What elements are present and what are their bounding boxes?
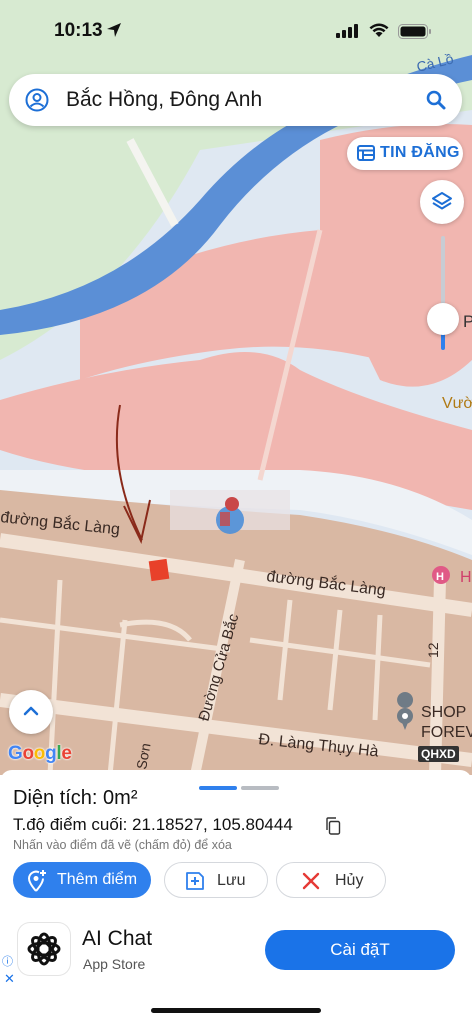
add-location-icon	[27, 870, 46, 892]
hint-text: Nhấn vào điểm đã vẽ (chấm đỏ) để xóa	[13, 838, 232, 852]
svg-text:H: H	[436, 571, 444, 583]
cancel-label: Hủy	[335, 872, 364, 889]
ad-subtitle: App Store	[83, 956, 146, 972]
cancel-button[interactable]: Hủy	[276, 862, 386, 898]
ad-banner[interactable]: AI Chat App Store Cài đặT ⓘ ✕	[0, 920, 472, 988]
bottom-panel: Diện tích: 0m² T.độ điểm cuối: 21.18527,…	[0, 770, 472, 1024]
add-point-button[interactable]: Thêm điểm	[13, 862, 151, 898]
ai-chat-logo-icon	[27, 932, 61, 966]
qhxd-badge: QHXD	[418, 746, 459, 762]
cellular-signal-icon	[336, 24, 358, 38]
account-icon[interactable]	[25, 88, 49, 112]
search-icon[interactable]	[424, 88, 448, 112]
copy-icon[interactable]	[325, 817, 341, 835]
expand-up-button[interactable]	[9, 690, 53, 734]
home-indicator	[151, 1008, 321, 1013]
wifi-icon	[369, 23, 389, 37]
add-note-icon	[186, 872, 204, 890]
location-arrow-icon	[107, 23, 121, 37]
status-bar: 10:13	[0, 0, 472, 64]
tin-dang-button[interactable]: TIN ĐĂNG	[347, 137, 463, 170]
ad-title: AI Chat	[82, 927, 153, 950]
google-logo: Google	[8, 743, 72, 764]
add-point-label: Thêm điểm	[57, 871, 138, 888]
ai-chat-app-icon[interactable]	[18, 923, 70, 975]
search-query[interactable]: Bắc Hồng, Đông Anh	[66, 88, 262, 112]
shop-label: SHOP	[421, 704, 466, 721]
close-icon	[302, 872, 320, 890]
shop-label-2: FOREV	[421, 724, 472, 741]
layers-icon	[432, 192, 452, 210]
listing-icon	[357, 145, 375, 161]
status-time: 10:13	[54, 20, 103, 41]
search-bar[interactable]: Bắc Hồng, Đông Anh	[9, 74, 462, 126]
ad-close-icon[interactable]: ✕	[4, 971, 15, 987]
p-label: P	[463, 312, 472, 331]
area-label: Diện tích: 0m²	[13, 787, 138, 809]
page-dot-active	[199, 786, 237, 790]
vuon-label: Vườ	[442, 395, 472, 412]
page-dot	[241, 786, 279, 790]
layers-button[interactable]	[420, 180, 464, 224]
chevron-up-icon	[23, 706, 39, 716]
save-label: Lưu	[217, 872, 246, 889]
page-indicator	[199, 777, 283, 795]
battery-icon	[398, 24, 431, 39]
tin-dang-label: TIN ĐĂNG	[380, 144, 460, 161]
zoom-slider-knob[interactable]	[427, 303, 459, 335]
ad-info-icon[interactable]: ⓘ	[2, 953, 13, 969]
install-button[interactable]: Cài đặT	[265, 930, 455, 970]
road-label-12: 12	[425, 642, 441, 658]
coordinate-label: T.độ điểm cuối: 21.18527, 105.80444	[13, 815, 293, 834]
install-label: Cài đặT	[330, 940, 390, 959]
save-button[interactable]: Lưu	[164, 862, 268, 898]
h-label: H	[460, 569, 472, 586]
